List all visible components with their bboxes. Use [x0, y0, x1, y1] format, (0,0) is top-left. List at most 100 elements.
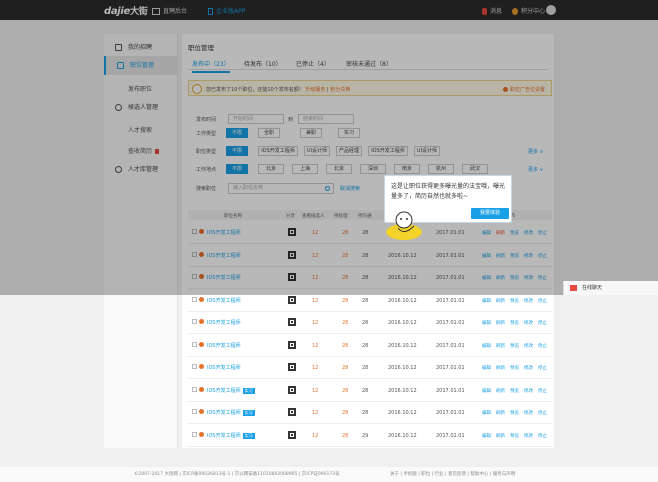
- job-type-chip[interactable]: 兼职: [300, 128, 322, 138]
- row-action-link[interactable]: 修改: [524, 434, 533, 439]
- row-action-link[interactable]: 编辑: [482, 231, 491, 236]
- row-action-link[interactable]: 编辑: [482, 254, 491, 259]
- row-checkbox[interactable]: [192, 229, 197, 234]
- job-type-chip[interactable]: 不限: [226, 128, 248, 138]
- qr-code-icon[interactable]: [288, 295, 296, 304]
- candidate-count[interactable]: 12: [312, 253, 318, 259]
- row-checkbox[interactable]: [192, 386, 197, 392]
- location-chip[interactable]: 南京: [394, 164, 420, 174]
- sidebar-item-job-manage[interactable]: 职位管理: [104, 56, 178, 75]
- tab-rejected[interactable]: 审核未通过（8）: [346, 59, 392, 68]
- row-action-link[interactable]: 编辑: [482, 389, 491, 394]
- row-action-link[interactable]: 修改: [524, 411, 533, 416]
- nav-admin[interactable]: 直聘后台: [152, 6, 187, 15]
- job-name-link[interactable]: IOS开发工程师: [207, 364, 241, 371]
- tab-pending[interactable]: 待发布（10）: [244, 59, 282, 68]
- qr-code-icon[interactable]: [288, 340, 296, 349]
- row-action-link[interactable]: 刷新: [496, 299, 505, 304]
- row-action-link[interactable]: 停止: [538, 344, 547, 349]
- job-name-link[interactable]: IOS开发工程师 实习: [207, 387, 255, 394]
- row-action-link[interactable]: 停止: [538, 254, 547, 259]
- tab-publishing[interactable]: 发布中（23）: [192, 59, 230, 73]
- row-action-link[interactable]: 修改: [524, 344, 533, 349]
- row-action-link[interactable]: 停止: [538, 231, 547, 236]
- location-chip[interactable]: 武汉: [462, 164, 488, 174]
- row-action-link[interactable]: 修改: [524, 231, 533, 236]
- row-action-link[interactable]: 刷新: [496, 389, 505, 394]
- row-action-link[interactable]: 编辑: [482, 344, 491, 349]
- job-type-chip[interactable]: 实习: [338, 128, 360, 138]
- footer-links[interactable]: 关于 | 手机版 | 职位 | 行业 | 意见反馈 | 帮助中心 | 服务与声明: [390, 471, 515, 477]
- qr-code-icon[interactable]: [288, 363, 296, 371]
- logo[interactable]: dajie大街: [104, 4, 148, 17]
- category-chip[interactable]: IOS开发工程师: [258, 146, 298, 156]
- points-link[interactable]: 积分中心: [512, 6, 545, 15]
- search-input[interactable]: 输入职位名称: [228, 183, 334, 194]
- row-checkbox[interactable]: [192, 431, 197, 437]
- qr-code-icon[interactable]: [288, 228, 296, 236]
- row-action-link[interactable]: 修改: [524, 299, 533, 304]
- pending-count[interactable]: 28: [342, 365, 348, 371]
- row-action-link[interactable]: 编辑: [482, 366, 491, 371]
- sidebar-item-talent-search[interactable]: 人才搜索: [128, 125, 152, 134]
- messages-link[interactable]: 消息: [482, 6, 502, 15]
- candidate-count[interactable]: 12: [312, 320, 318, 326]
- qr-code-icon[interactable]: [288, 385, 296, 394]
- row-action-link[interactable]: 修改: [524, 389, 533, 394]
- pending-count[interactable]: 28: [342, 320, 348, 326]
- candidate-count[interactable]: 12: [312, 343, 318, 349]
- row-action-link[interactable]: 刷新: [496, 344, 505, 349]
- category-chip[interactable]: IOS开发工程师: [368, 146, 408, 156]
- candidate-count[interactable]: 12: [312, 388, 318, 394]
- row-action-link[interactable]: 编辑: [482, 276, 491, 281]
- job-name-link[interactable]: IOS开发工程师 实习: [207, 409, 255, 416]
- row-action-link[interactable]: 刷新: [496, 366, 505, 371]
- location-chip[interactable]: 北京: [258, 164, 284, 174]
- category-chip[interactable]: 不限: [226, 146, 248, 156]
- qr-code-icon[interactable]: [288, 408, 296, 416]
- pending-count[interactable]: 28: [342, 410, 348, 416]
- tab-stopped[interactable]: 已停止（4）: [296, 59, 330, 68]
- row-action-link[interactable]: 预览: [510, 321, 519, 326]
- row-action-link[interactable]: 刷新: [496, 231, 505, 236]
- row-action-link[interactable]: 预览: [510, 411, 519, 416]
- row-action-link[interactable]: 刷新: [496, 276, 505, 281]
- qr-code-icon[interactable]: [288, 430, 296, 439]
- row-action-link[interactable]: 预览: [510, 366, 519, 371]
- row-action-link[interactable]: 编辑: [482, 411, 491, 416]
- candidate-count[interactable]: 12: [312, 298, 318, 304]
- row-action-link[interactable]: 预览: [510, 434, 519, 439]
- row-action-link[interactable]: 预览: [510, 389, 519, 394]
- pending-count[interactable]: 28: [342, 298, 348, 304]
- candidate-count[interactable]: 12: [312, 365, 318, 371]
- row-checkbox[interactable]: [192, 296, 197, 302]
- row-checkbox[interactable]: [192, 251, 197, 257]
- job-name-link[interactable]: IOS开发工程师: [207, 342, 241, 349]
- row-action-link[interactable]: 预览: [510, 344, 519, 349]
- sidebar-item-my-recruit[interactable]: 我的招聘: [104, 38, 178, 57]
- row-action-link[interactable]: 预览: [510, 276, 519, 281]
- cancel-search-button[interactable]: 取消搜索: [340, 185, 360, 192]
- row-action-link[interactable]: 刷新: [496, 254, 505, 259]
- row-action-link[interactable]: 停止: [538, 389, 547, 394]
- row-action-link[interactable]: 停止: [538, 321, 547, 326]
- location-chip[interactable]: 不限: [226, 164, 248, 174]
- row-checkbox[interactable]: [192, 319, 197, 324]
- row-action-link[interactable]: 停止: [538, 299, 547, 304]
- pending-count[interactable]: 28: [342, 343, 348, 349]
- row-action-link[interactable]: 停止: [538, 276, 547, 281]
- candidate-count[interactable]: 12: [312, 433, 318, 439]
- candidate-count[interactable]: 12: [312, 230, 318, 236]
- try-it-button[interactable]: 我要体验: [471, 208, 509, 219]
- row-action-link[interactable]: 预览: [510, 299, 519, 304]
- row-action-link[interactable]: 修改: [524, 366, 533, 371]
- row-action-link[interactable]: 停止: [538, 366, 547, 371]
- points-exchange-link[interactable]: 积分兑换: [330, 87, 350, 93]
- row-action-link[interactable]: 停止: [538, 434, 547, 439]
- job-name-link[interactable]: IOS开发工程师: [207, 319, 241, 326]
- avatar[interactable]: [546, 5, 556, 15]
- candidate-count[interactable]: 12: [312, 275, 318, 281]
- row-action-link[interactable]: 编辑: [482, 434, 491, 439]
- row-checkbox[interactable]: [192, 341, 197, 347]
- pending-count[interactable]: 28: [342, 433, 348, 439]
